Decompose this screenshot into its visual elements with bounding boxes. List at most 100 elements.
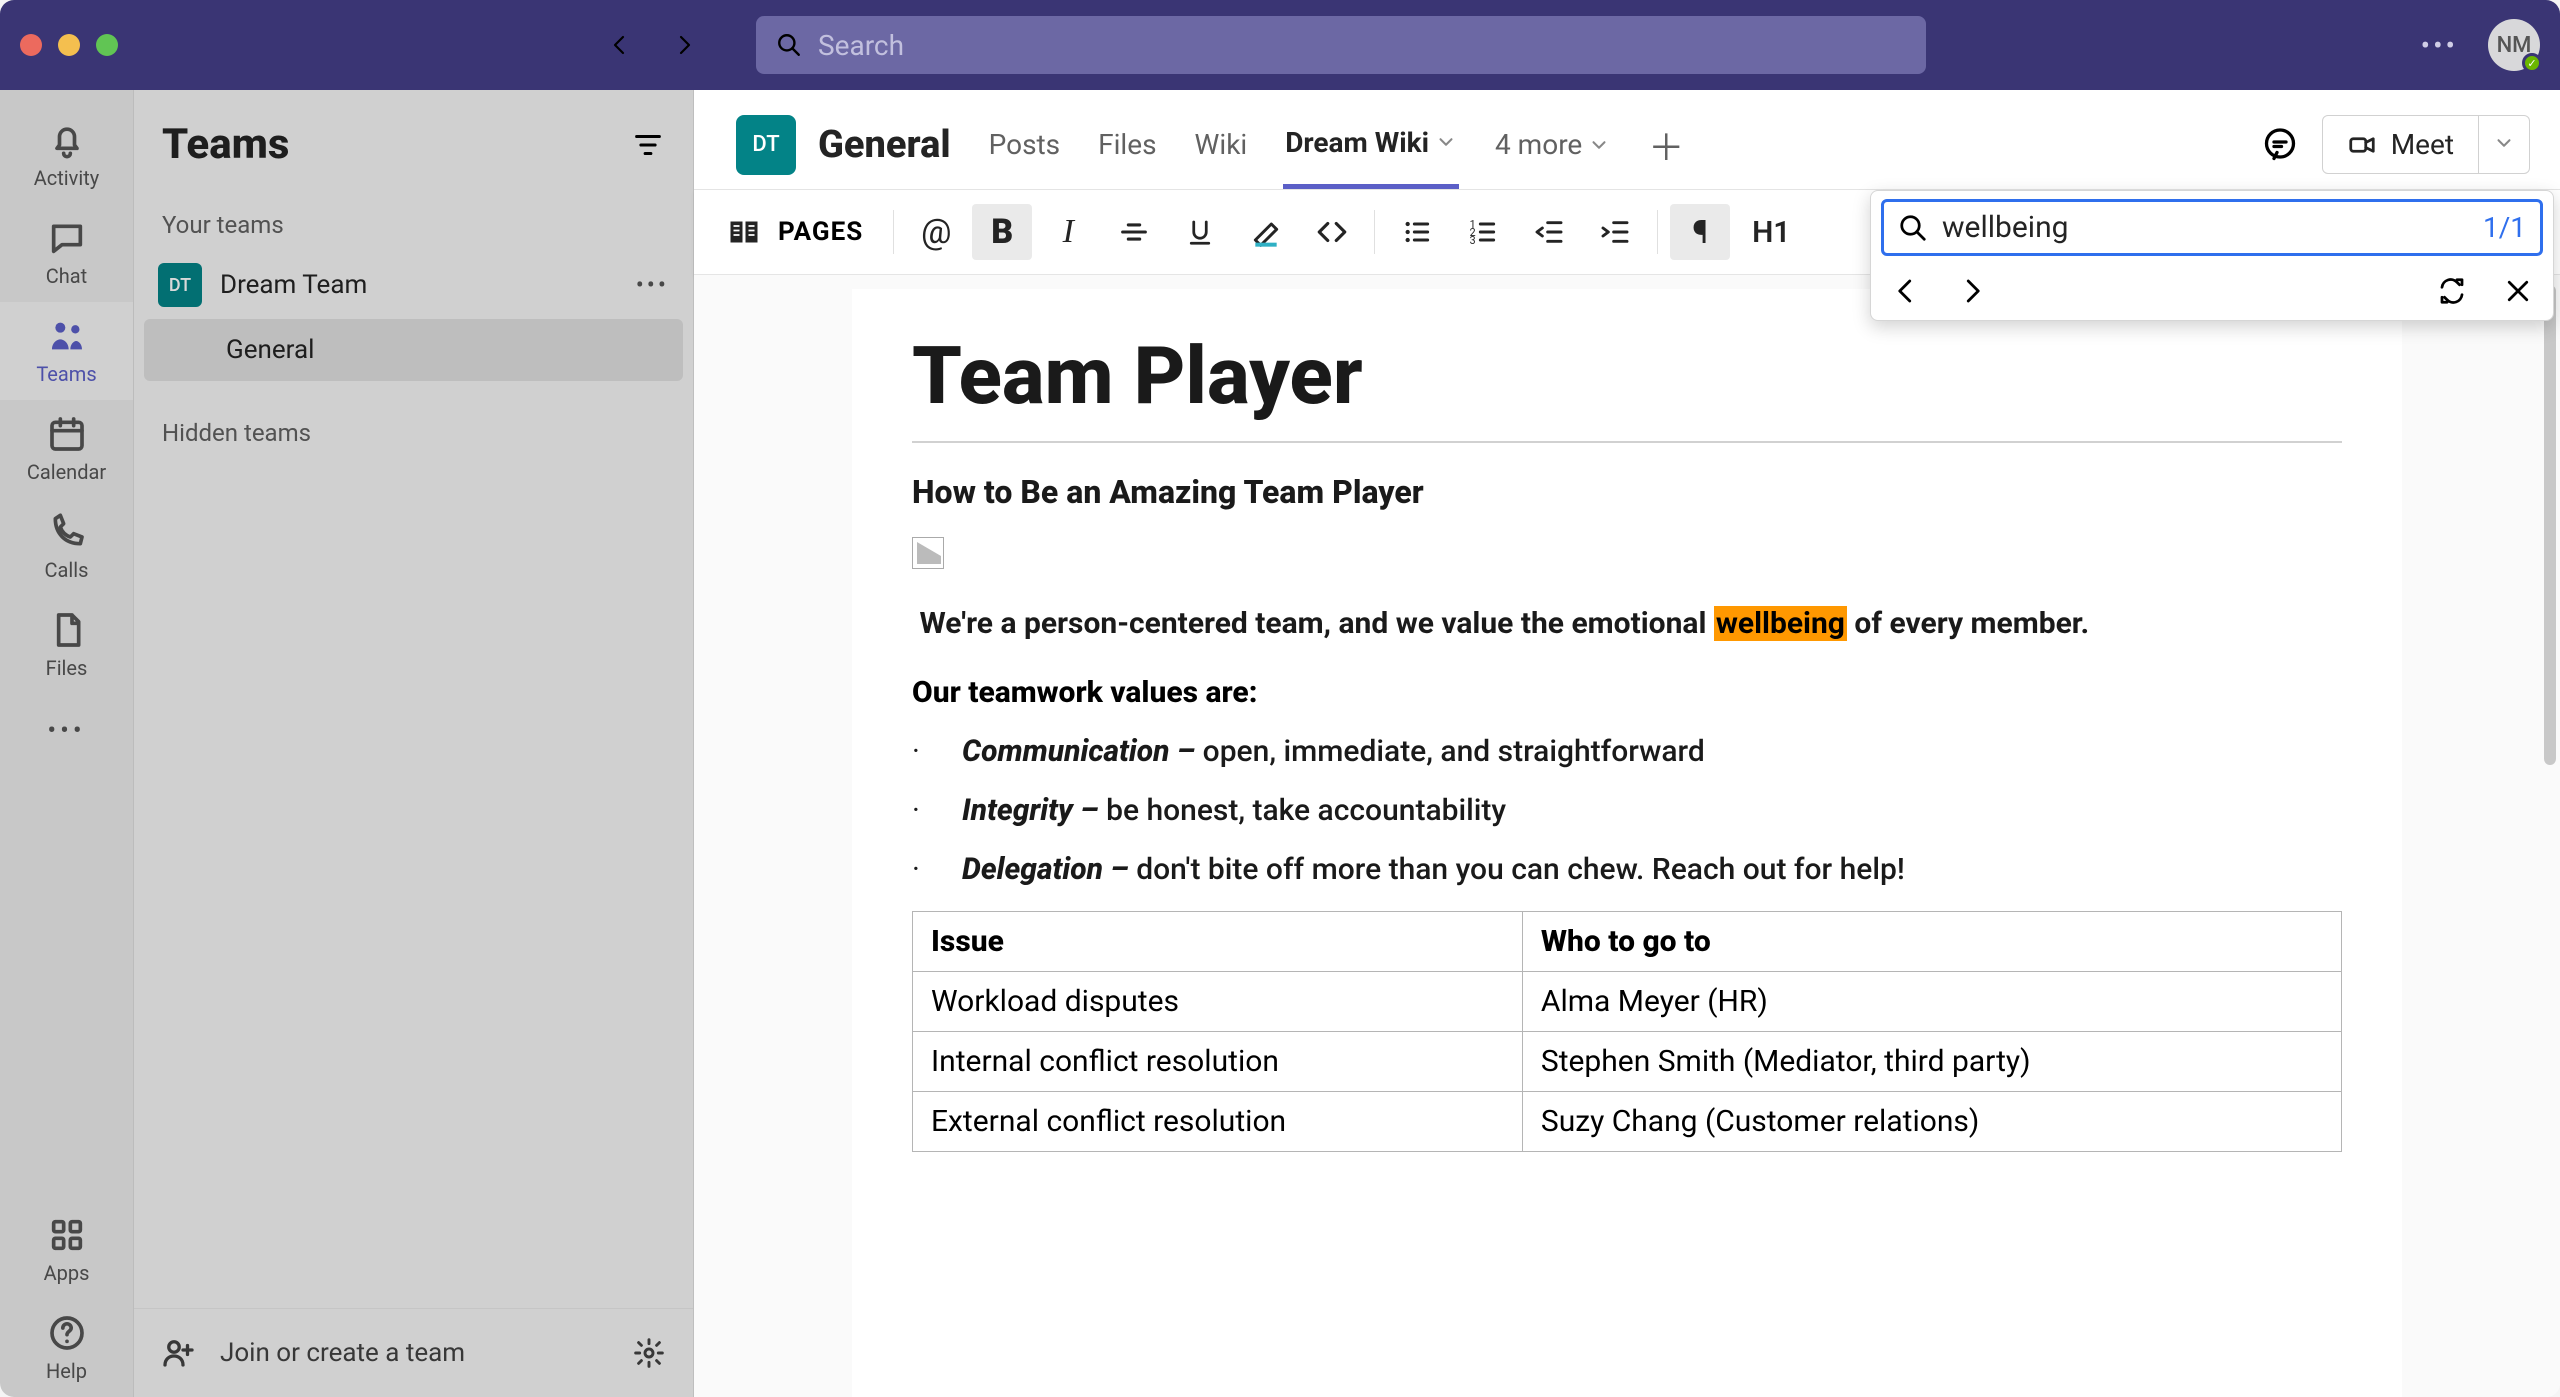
find-input[interactable] [1942, 210, 2469, 245]
rail-calendar[interactable]: Calendar [0, 400, 133, 498]
titlebar: Search ••• NM [0, 0, 2560, 90]
add-tab-button[interactable]: ＋ [1646, 100, 1686, 189]
highlight-button[interactable] [1236, 204, 1296, 260]
close-window-icon[interactable] [20, 34, 42, 56]
value-item[interactable]: ·Integrity – be honest, take accountabil… [912, 793, 2342, 828]
chat-icon [47, 218, 87, 258]
team-more-icon[interactable]: ••• [636, 271, 669, 299]
rail-calls[interactable]: Calls [0, 498, 133, 596]
rail-files[interactable]: Files [0, 596, 133, 694]
find-next-icon[interactable] [1957, 276, 1987, 306]
chevron-down-icon[interactable] [1435, 131, 1457, 153]
page-title[interactable]: Team Player [912, 329, 2342, 443]
app-window: Search ••• NM Activity Chat Teams [0, 0, 2560, 1397]
svg-text:3: 3 [1470, 234, 1476, 247]
apps-icon [47, 1215, 87, 1255]
numbered-list-button[interactable]: 123 [1453, 204, 1513, 260]
outdent-button[interactable] [1519, 204, 1579, 260]
maximize-window-icon[interactable] [96, 34, 118, 56]
rail-label: Help [46, 1359, 87, 1383]
rail-label: Calendar [27, 460, 106, 484]
rail-chat[interactable]: Chat [0, 204, 133, 302]
values-list[interactable]: ·Communication – open, immediate, and st… [912, 734, 2342, 887]
tab-more[interactable]: 4 more [1493, 100, 1612, 189]
italic-button[interactable]: I [1038, 204, 1098, 260]
value-item[interactable]: ·Delegation – don't bite off more than y… [912, 852, 2342, 887]
file-icon [47, 610, 87, 650]
chevron-down-icon [2493, 132, 2515, 154]
contacts-table[interactable]: Issue Who to go to Workload disputesAlma… [912, 911, 2342, 1152]
strikethrough-button[interactable] [1104, 204, 1164, 260]
pages-button[interactable]: PAGES [720, 204, 881, 260]
phone-icon [47, 512, 87, 552]
scrollbar-thumb[interactable] [2544, 285, 2556, 765]
search-highlight: wellbeing [1714, 606, 1847, 641]
find-count: 1/1 [2483, 211, 2526, 244]
wiki-scroll-area[interactable]: Team Player How to Be an Amazing Team Pl… [694, 275, 2560, 1397]
table-cell: External conflict resolution [913, 1092, 1523, 1152]
team-row[interactable]: DT Dream Team ••• [134, 251, 693, 319]
rail-label: Apps [44, 1261, 90, 1285]
table-row[interactable]: External conflict resolutionSuzy Chang (… [913, 1092, 2342, 1152]
tab-files[interactable]: Files [1096, 100, 1158, 189]
table-cell: Workload disputes [913, 972, 1523, 1032]
page-subtitle[interactable]: How to Be an Amazing Team Player [912, 473, 2342, 511]
values-heading[interactable]: Our teamwork values are: [912, 675, 2342, 710]
rail-apps[interactable]: Apps [0, 1201, 133, 1299]
rail-help[interactable]: Help [0, 1299, 133, 1397]
more-options-icon[interactable]: ••• [2421, 29, 2458, 62]
meet-dropdown[interactable] [2479, 115, 2530, 174]
bold-button[interactable]: B [972, 204, 1032, 260]
underline-button[interactable] [1170, 204, 1230, 260]
minimize-window-icon[interactable] [58, 34, 80, 56]
help-icon [47, 1313, 87, 1353]
channel-general[interactable]: General [144, 319, 683, 381]
table-cell: Alma Meyer (HR) [1522, 972, 2341, 1032]
find-input-container[interactable]: 1/1 [1881, 199, 2543, 256]
team-name: Dream Team [220, 270, 367, 300]
code-button[interactable] [1302, 204, 1362, 260]
rail-label: Files [46, 656, 88, 680]
tab-dream-wiki[interactable]: Dream Wiki [1283, 100, 1459, 189]
settings-icon[interactable] [633, 1337, 665, 1369]
ellipsis-icon: ••• [47, 716, 85, 746]
conversation-icon[interactable] [2262, 127, 2298, 163]
back-icon[interactable] [608, 26, 632, 64]
meet-button[interactable]: Meet [2322, 115, 2479, 174]
search-placeholder: Search [818, 29, 904, 62]
filter-icon[interactable] [631, 128, 665, 162]
indent-button[interactable] [1585, 204, 1645, 260]
bullet-list-button[interactable] [1387, 204, 1447, 260]
intro-sentence[interactable]: We're a person-centered team, and we val… [912, 603, 2342, 645]
hidden-teams-label[interactable]: Hidden teams [134, 401, 693, 459]
tab-label: Dream Wiki [1285, 126, 1429, 159]
find-prev-icon[interactable] [1891, 276, 1921, 306]
search-icon [1898, 213, 1928, 243]
table-row[interactable]: Workload disputesAlma Meyer (HR) [913, 972, 2342, 1032]
channel-title: General [818, 123, 951, 167]
join-create-label[interactable]: Join or create a team [220, 1338, 465, 1368]
value-desc: don't bite off more than you can chew. R… [1136, 852, 1905, 887]
find-replace-icon[interactable] [2437, 276, 2467, 306]
heading-button[interactable]: H1 [1736, 204, 1806, 260]
global-search[interactable]: Search [756, 16, 1926, 74]
value-desc: open, immediate, and straightforward [1203, 734, 1705, 769]
paragraph-button[interactable]: ¶ [1670, 204, 1730, 260]
pages-icon [726, 214, 762, 250]
user-avatar[interactable]: NM [2488, 19, 2540, 71]
history-nav [608, 26, 696, 64]
rail-teams[interactable]: Teams [0, 302, 133, 400]
forward-icon[interactable] [672, 26, 696, 64]
video-icon [2347, 130, 2377, 160]
table-row[interactable]: Internal conflict resolutionStephen Smit… [913, 1032, 2342, 1092]
teams-panel-title: Teams [162, 120, 289, 169]
rail-more[interactable]: ••• [0, 694, 133, 768]
close-find-icon[interactable] [2503, 276, 2533, 306]
rail-activity[interactable]: Activity [0, 106, 133, 204]
tab-posts[interactable]: Posts [987, 100, 1063, 189]
wiki-page[interactable]: Team Player How to Be an Amazing Team Pl… [852, 289, 2402, 1397]
tab-wiki[interactable]: Wiki [1193, 100, 1250, 189]
mention-button[interactable]: @ [906, 204, 966, 260]
chevron-down-icon [1588, 134, 1610, 156]
value-item[interactable]: ·Communication – open, immediate, and st… [912, 734, 2342, 769]
